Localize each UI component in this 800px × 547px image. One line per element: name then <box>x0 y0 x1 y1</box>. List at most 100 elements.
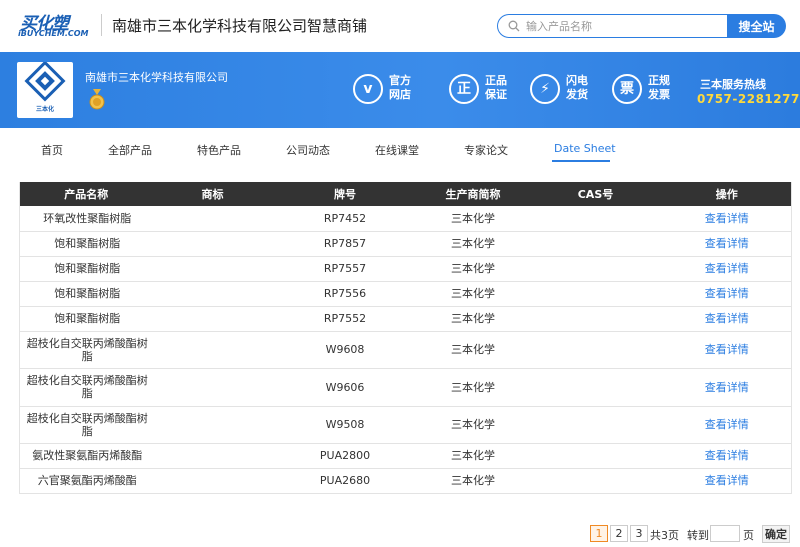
product-table: 产品名称 商标 牌号 生产商简称 CAS号 操作 环氧改性聚酯树脂 RP7452… <box>19 182 792 494</box>
cell-brand <box>152 256 273 282</box>
table-row: 饱和聚酯树脂 RP7557 三本化学 查看详情 <box>19 256 792 282</box>
view-details-link[interactable]: 查看详情 <box>705 343 749 356</box>
hotline-title: 三本服务热线 <box>700 78 766 91</box>
cell-grade: W9606 <box>272 368 418 407</box>
cell-cas <box>528 331 663 369</box>
cell-maker: 三本化学 <box>417 406 529 444</box>
page-unit: 页 <box>743 529 754 542</box>
store-logo[interactable]: 三本化 <box>17 60 73 118</box>
cell-product-name: 饱和聚酯树脂 <box>19 256 153 282</box>
col-product-name: 产品名称 <box>19 182 153 206</box>
view-details-link[interactable]: 查看详情 <box>705 474 749 487</box>
table-row: 超枝化自交联丙烯酸酯树脂 W9608 三本化学 查看详情 <box>19 331 792 369</box>
cell-maker: 三本化学 <box>417 206 529 232</box>
store-nav: 首页 全部产品 特色产品 公司动态 在线课堂 专家论文 Date Sheet <box>0 128 800 168</box>
view-details-link[interactable]: 查看详情 <box>705 262 749 275</box>
check-v-icon: v <box>353 74 383 104</box>
nav-home[interactable]: 首页 <box>41 142 63 158</box>
cell-brand <box>152 468 273 494</box>
cell-brand <box>152 306 273 332</box>
view-details-link[interactable]: 查看详情 <box>705 449 749 462</box>
cell-cas <box>528 281 663 307</box>
cell-brand <box>152 443 273 469</box>
cell-cas <box>528 368 663 407</box>
cell-brand <box>152 406 273 444</box>
nav-online-class[interactable]: 在线课堂 <box>375 142 419 158</box>
cell-grade: RP7857 <box>272 231 418 257</box>
cell-product-name: 超枝化自交联丙烯酸酯树脂 <box>19 331 153 369</box>
cell-maker: 三本化学 <box>417 468 529 494</box>
table-row: 环氧改性聚酯树脂 RP7452 三本化学 查看详情 <box>19 206 792 232</box>
cell-action: 查看详情 <box>662 231 792 257</box>
cell-grade: RP7452 <box>272 206 418 232</box>
cell-grade: PUA2680 <box>272 468 418 494</box>
cell-product-name: 饱和聚酯树脂 <box>19 231 153 257</box>
logo-en: iBUYCHEM.COM <box>18 29 89 38</box>
medal-icon <box>89 89 105 110</box>
cell-maker: 三本化学 <box>417 231 529 257</box>
nav-expert-papers[interactable]: 专家论文 <box>464 142 508 158</box>
cell-cas <box>528 231 663 257</box>
view-details-link[interactable]: 查看详情 <box>705 237 749 250</box>
cell-maker: 三本化学 <box>417 306 529 332</box>
cell-action: 查看详情 <box>662 331 792 369</box>
table-row: 饱和聚酯树脂 RP7552 三本化学 查看详情 <box>19 306 792 332</box>
cell-grade: PUA2800 <box>272 443 418 469</box>
cell-product-name: 饱和聚酯树脂 <box>19 306 153 332</box>
nav-featured-products[interactable]: 特色产品 <box>197 142 241 158</box>
cell-product-name: 超枝化自交联丙烯酸酯树脂 <box>19 368 153 407</box>
view-details-link[interactable]: 查看详情 <box>705 287 749 300</box>
cell-grade: W9608 <box>272 331 418 369</box>
search-icon <box>508 20 520 32</box>
divider <box>101 14 102 36</box>
genuine-icon: 正 <box>449 74 479 104</box>
cell-product-name: 超枝化自交联丙烯酸酯树脂 <box>19 406 153 444</box>
table-row: 饱和聚酯树脂 RP7857 三本化学 查看详情 <box>19 231 792 257</box>
page-2[interactable]: 2 <box>610 525 628 542</box>
cell-maker: 三本化学 <box>417 368 529 407</box>
view-details-link[interactable]: 查看详情 <box>705 418 749 431</box>
cell-maker: 三本化学 <box>417 256 529 282</box>
col-brand: 商标 <box>152 182 273 206</box>
cell-action: 查看详情 <box>662 281 792 307</box>
goto-page-input[interactable] <box>710 525 740 542</box>
cell-brand <box>152 331 273 369</box>
nav-all-products[interactable]: 全部产品 <box>108 142 152 158</box>
cell-maker: 三本化学 <box>417 281 529 307</box>
col-grade: 牌号 <box>272 182 418 206</box>
nav-company-news[interactable]: 公司动态 <box>286 142 330 158</box>
site-logo[interactable]: 买化塑 iBUYCHEM.COM <box>18 9 94 41</box>
cell-action: 查看详情 <box>662 206 792 232</box>
page-3[interactable]: 3 <box>630 525 648 542</box>
cell-cas <box>528 468 663 494</box>
goto-confirm-button[interactable]: 确定 <box>762 525 790 543</box>
search-button[interactable]: 搜全站 <box>727 14 786 38</box>
cell-brand <box>152 206 273 232</box>
view-details-link[interactable]: 查看详情 <box>705 312 749 325</box>
table-row: 氨改性聚氨酯丙烯酸酯 PUA2800 三本化学 查看详情 <box>19 443 792 469</box>
cell-brand <box>152 231 273 257</box>
col-maker: 生产商简称 <box>417 182 529 206</box>
nav-active-indicator <box>552 160 610 162</box>
page-1[interactable]: 1 <box>590 525 608 542</box>
cell-brand <box>152 281 273 307</box>
table-header-row: 产品名称 商标 牌号 生产商简称 CAS号 操作 <box>19 182 792 206</box>
total-pages: 共3页 <box>650 529 679 542</box>
cell-grade: RP7557 <box>272 256 418 282</box>
cell-product-name: 饱和聚酯树脂 <box>19 281 153 307</box>
nav-date-sheet[interactable]: Date Sheet <box>554 142 616 155</box>
cell-cas <box>528 306 663 332</box>
view-details-link[interactable]: 查看详情 <box>705 381 749 394</box>
cell-grade: RP7556 <box>272 281 418 307</box>
shop-title: 南雄市三本化学科技有限公司智慧商铺 <box>112 17 368 35</box>
cell-cas <box>528 443 663 469</box>
search-input[interactable] <box>526 17 721 35</box>
feature-label: 正品保证 <box>485 74 507 101</box>
cell-maker: 三本化学 <box>417 443 529 469</box>
hotline-number[interactable]: 0757-22812771 <box>697 92 800 106</box>
store-banner: 三本化 南雄市三本化学科技有限公司 v 官方网店 正 正品保证 ⚡ 闪电发货 票… <box>0 52 800 128</box>
cell-cas <box>528 256 663 282</box>
feature-label: 正规发票 <box>648 74 670 101</box>
store-brand: 三本化 <box>35 106 54 113</box>
view-details-link[interactable]: 查看详情 <box>705 212 749 225</box>
